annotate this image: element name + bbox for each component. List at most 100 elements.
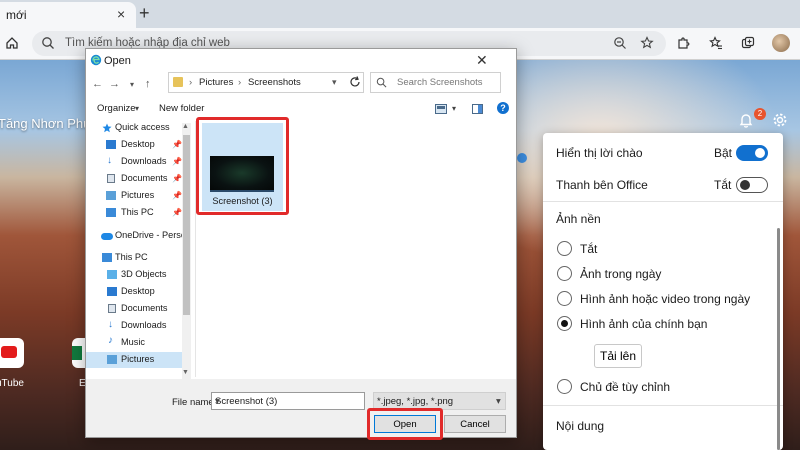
tab-close-icon[interactable]: × (117, 6, 125, 22)
nav-item-downloads[interactable]: ↓ Downloads 📌 (86, 154, 182, 170)
star-icon (102, 123, 112, 133)
folder-icon (173, 77, 183, 87)
path-segment[interactable]: Pictures (199, 77, 233, 88)
desktop-icon (106, 140, 116, 149)
navigation-pane: Quick access Desktop 📌 ↓ Downloads 📌 Doc… (86, 121, 196, 377)
youtube-quick-link[interactable] (0, 338, 24, 368)
nav-item-3d-objects[interactable]: 3D Objects (86, 267, 182, 283)
nav-item-desktop-pc[interactable]: Desktop (86, 284, 182, 300)
nav-item-label: Documents (121, 303, 168, 313)
change-view-icon[interactable] (435, 104, 447, 114)
recent-locations-icon[interactable]: ▾ (130, 80, 134, 89)
collections-icon[interactable] (741, 36, 755, 50)
refresh-icon[interactable] (348, 75, 362, 89)
preview-pane-icon[interactable] (472, 104, 483, 114)
music-icon: ♪ (108, 335, 113, 346)
custom-theme-label[interactable]: Chủ đề tùy chỉnh (580, 380, 670, 394)
zoom-icon[interactable] (613, 36, 627, 50)
settings-gear-icon[interactable] (772, 112, 788, 128)
background-option-label[interactable]: Tắt (580, 242, 597, 256)
up-arrow-icon[interactable]: ↑ (145, 78, 151, 90)
download-icon: ↓ (108, 319, 113, 330)
background-heading: Ảnh nền (556, 212, 601, 226)
nav-item-label: 3D Objects (121, 269, 167, 279)
nav-item-pictures[interactable]: Pictures 📌 (86, 188, 182, 204)
nav-item-music[interactable]: ♪ Music (86, 335, 182, 351)
chevron-down-icon[interactable]: ▾ (215, 396, 220, 407)
background-option-off-radio[interactable] (557, 241, 572, 256)
file-name-field-label: File name: (172, 397, 217, 408)
office-sidebar-label: Thanh bên Office (556, 178, 648, 192)
nav-item-label: This PC (121, 207, 154, 217)
office-sidebar-toggle[interactable] (736, 177, 768, 193)
background-option-daily-video-radio[interactable] (557, 291, 572, 306)
chevron-down-icon[interactable]: ▾ (452, 104, 456, 113)
nav-item-this-pc[interactable]: This PC (86, 250, 182, 266)
quick-link-label: uTube (0, 378, 24, 389)
scroll-up-icon[interactable]: ▲ (182, 123, 189, 130)
pin-icon: 📌 (172, 174, 182, 183)
tab-title: mới (6, 8, 27, 22)
organize-menu[interactable]: Organize (97, 103, 136, 114)
edge-logo-icon (90, 54, 102, 66)
content-heading: Nội dung (556, 419, 605, 433)
scroll-down-icon[interactable]: ▼ (182, 369, 189, 376)
nav-item-pictures-pc[interactable]: Pictures (86, 352, 182, 368)
show-greeting-toggle[interactable] (736, 145, 768, 161)
highlight-box (196, 117, 289, 215)
nav-item-label: Music (121, 337, 145, 347)
path-dropdown-icon[interactable]: ▾ (332, 77, 337, 88)
background-option-daily-image-radio[interactable] (557, 266, 572, 281)
page-settings-panel: Hiển thị lời chào Bật Thanh bên Office T… (543, 133, 783, 450)
nav-item-label: Pictures (121, 354, 155, 364)
settings-scrollbar[interactable] (777, 228, 780, 450)
new-folder-button[interactable]: New folder (159, 103, 204, 114)
nav-pane-scrollbar[interactable]: ▲ ▼ (182, 123, 191, 379)
notification-badge: 2 (754, 108, 766, 120)
pin-icon: 📌 (172, 157, 182, 166)
cloud-icon (101, 233, 113, 240)
notification-bell-icon[interactable] (738, 112, 754, 128)
cancel-button[interactable]: Cancel (444, 415, 506, 433)
nav-item-this-pc-pinned[interactable]: This PC 📌 (86, 205, 182, 221)
add-favorite-icon[interactable] (640, 36, 654, 50)
custom-theme-radio[interactable] (557, 379, 572, 394)
dialog-close-icon[interactable]: ✕ (476, 52, 488, 69)
back-arrow-icon[interactable]: ← (92, 78, 103, 90)
scrollbar-thumb[interactable] (183, 135, 190, 315)
background-option-label[interactable]: Ảnh trong ngày (580, 267, 661, 281)
tab-bar: mới × + (0, 0, 800, 28)
help-icon[interactable]: ? (497, 102, 509, 114)
favorites-icon[interactable] (709, 36, 723, 50)
profile-avatar[interactable] (772, 34, 790, 52)
background-option-own-image-radio[interactable] (557, 316, 572, 331)
nav-item-downloads-pc[interactable]: ↓ Downloads (86, 318, 182, 334)
path-separator: › (189, 77, 193, 88)
path-segment[interactable]: Screenshots (248, 77, 301, 88)
search-files-box[interactable]: Search Screenshots (370, 72, 501, 93)
dialog-title: Open (104, 55, 131, 67)
cube-icon (107, 270, 117, 279)
background-option-label[interactable]: Hình ảnh của chính bạn (580, 317, 707, 331)
nav-item-label: Downloads (121, 156, 167, 166)
nav-item-label: Documents (121, 173, 168, 183)
nav-item-label: Desktop (121, 139, 155, 149)
pin-icon: 📌 (172, 140, 182, 149)
forward-arrow-icon[interactable]: → (109, 78, 120, 90)
show-greeting-label: Hiển thị lời chào (556, 146, 643, 160)
upload-button[interactable]: Tải lên (594, 344, 642, 368)
nav-item-documents-pc[interactable]: Documents (86, 301, 182, 317)
background-option-label[interactable]: Hình ảnh hoặc video trong ngày (580, 292, 750, 306)
browser-tab[interactable]: mới × (0, 2, 136, 28)
extensions-icon[interactable] (676, 36, 690, 50)
document-icon (108, 304, 116, 313)
nav-item-desktop[interactable]: Desktop 📌 (86, 137, 182, 153)
nav-item-onedrive[interactable]: OneDrive - Person (86, 228, 191, 244)
nav-item-quick-access[interactable]: Quick access (86, 120, 182, 136)
file-name-input[interactable]: Screenshot (3) ▾ (211, 392, 365, 410)
open-file-dialog: Open ✕ ← → ▾ ↑ › Pictures › Screenshots … (85, 48, 517, 440)
nav-item-documents[interactable]: Documents 📌 (86, 171, 182, 187)
home-icon[interactable] (5, 36, 19, 50)
new-tab-button[interactable]: + (139, 3, 150, 24)
divider (543, 405, 783, 406)
